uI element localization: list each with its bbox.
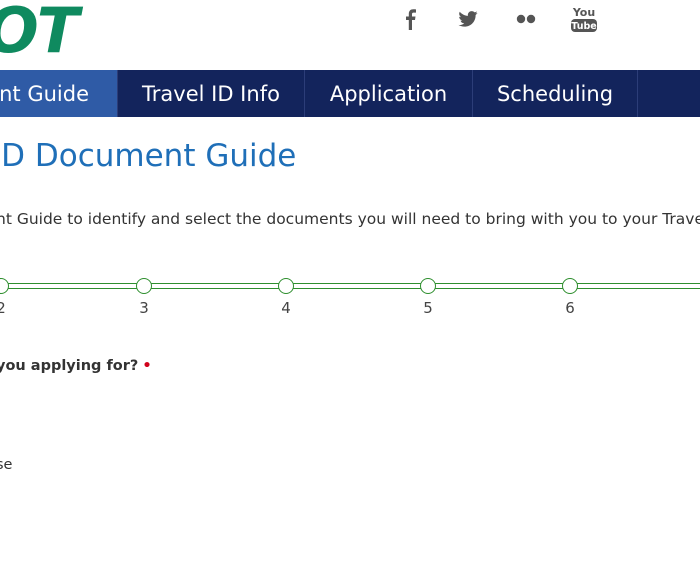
nav-item-more[interactable] xyxy=(638,70,700,117)
step-label: 2 xyxy=(0,299,6,317)
nav-item-travel-id-info[interactable]: Travel ID Info xyxy=(118,70,305,117)
required-marker: • xyxy=(142,358,152,374)
step-label: 4 xyxy=(281,299,291,317)
twitter-icon[interactable] xyxy=(453,6,483,32)
step-4[interactable]: 4 xyxy=(278,278,294,317)
progress-track xyxy=(0,283,700,289)
nav-item-document-guide[interactable]: ent Guide xyxy=(0,70,118,117)
step-label: 6 xyxy=(565,299,575,317)
progress-steps: 2 3 4 5 6 xyxy=(0,278,700,318)
step-3[interactable]: 3 xyxy=(136,278,152,317)
question-label: you applying for? • xyxy=(0,358,152,374)
step-5[interactable]: 5 xyxy=(420,278,436,317)
social-links: You Tube xyxy=(395,6,627,32)
youtube-label-top: You xyxy=(572,6,595,19)
step-dot xyxy=(0,278,9,294)
step-2[interactable]: 2 xyxy=(0,278,9,317)
step-label: 3 xyxy=(139,299,149,317)
step-label: 5 xyxy=(423,299,433,317)
youtube-icon[interactable]: You Tube xyxy=(569,6,599,32)
step-dot xyxy=(420,278,436,294)
nav-item-scheduling[interactable]: Scheduling xyxy=(473,70,638,117)
nav-item-application[interactable]: Application xyxy=(305,70,473,117)
page: OT You xyxy=(0,0,700,575)
step-dot xyxy=(278,278,294,294)
page-title: ID Document Guide xyxy=(0,138,297,174)
answer-option[interactable]: se xyxy=(0,457,12,473)
logo[interactable]: OT xyxy=(0,0,79,62)
header: OT You xyxy=(0,0,700,70)
main-nav: ent Guide Travel ID Info Application Sch… xyxy=(0,70,700,117)
intro-text: nt Guide to identify and select the docu… xyxy=(0,210,700,228)
question-text: you applying for? xyxy=(0,358,139,374)
flickr-icon[interactable] xyxy=(511,6,541,32)
step-dot xyxy=(562,278,578,294)
youtube-label-bottom: Tube xyxy=(571,21,596,32)
facebook-icon[interactable] xyxy=(395,6,425,32)
step-dot xyxy=(136,278,152,294)
step-6[interactable]: 6 xyxy=(562,278,578,317)
